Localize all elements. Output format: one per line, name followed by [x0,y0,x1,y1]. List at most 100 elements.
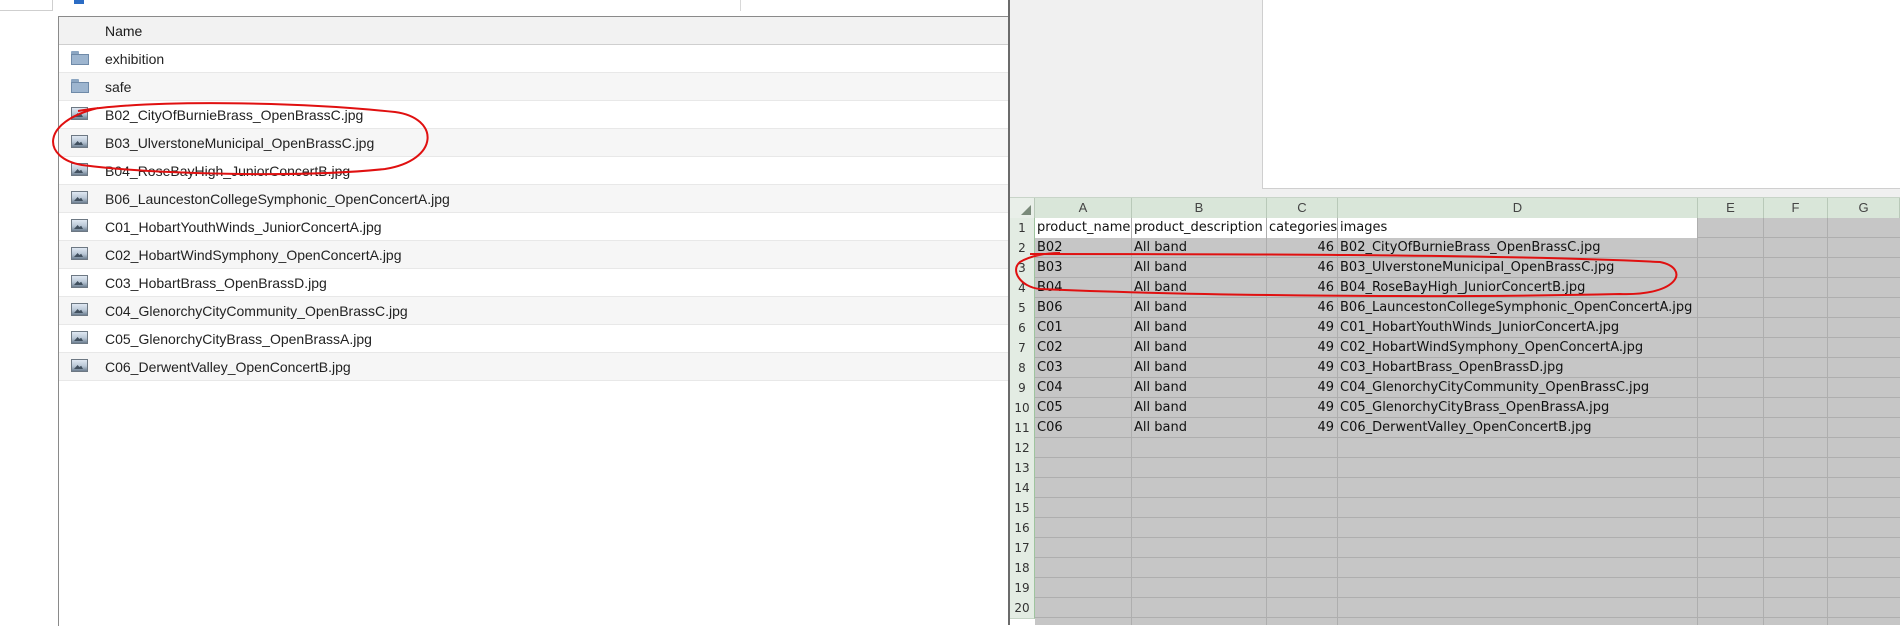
row-header[interactable]: 2 [1010,238,1035,259]
row-header[interactable]: 11 [1010,418,1035,439]
data-cell[interactable]: C05 [1035,398,1131,418]
column-header[interactable]: A [1035,198,1132,218]
blank-panel [1262,0,1900,189]
column-header[interactable]: G [1828,198,1900,218]
row-header[interactable]: 8 [1010,358,1035,379]
data-cell[interactable]: All band [1132,358,1266,378]
header-cell[interactable]: product_description [1132,218,1266,238]
data-cell[interactable]: All band [1132,338,1266,358]
data-cell[interactable]: 49 [1267,378,1337,398]
grid-line [1035,557,1900,558]
grid-line [1035,537,1900,538]
row-header[interactable]: 20 [1010,598,1035,619]
file-name: C04_GlenorchyCityCommunity_OpenBrassC.jp… [105,303,408,319]
data-cell[interactable]: C01 [1035,318,1131,338]
data-cell[interactable]: C04_GlenorchyCityCommunity_OpenBrassC.jp… [1338,378,1697,398]
file-name: C06_DerwentValley_OpenConcertB.jpg [105,359,351,375]
row-header[interactable]: 4 [1010,278,1035,299]
data-cell[interactable]: 49 [1267,358,1337,378]
folder-item[interactable]: exhibition [59,45,1009,73]
file-explorer: Name exhibition safe B02_CityOfBurnieBrass… [0,0,1009,626]
data-cell[interactable]: 46 [1267,238,1337,258]
file-name: exhibition [105,51,165,67]
file-item[interactable]: C06_DerwentValley_OpenConcertB.jpg [59,353,1009,381]
data-cell[interactable]: All band [1132,258,1266,278]
row-header[interactable]: 19 [1010,578,1035,599]
row-header[interactable]: 18 [1010,558,1035,579]
data-cell[interactable]: 46 [1267,298,1337,318]
data-cell[interactable]: 46 [1267,278,1337,298]
folder-item[interactable]: safe [59,73,1009,101]
nav-button[interactable] [0,0,53,11]
file-item[interactable]: B03_UlverstoneMunicipal_OpenBrassC.jpg [59,129,1009,157]
row-header[interactable]: 14 [1010,478,1035,499]
row-header[interactable]: 7 [1010,338,1035,359]
data-cell[interactable]: B02_CityOfBurnieBrass_OpenBrassC.jpg [1338,238,1697,258]
data-cell[interactable]: C03 [1035,358,1131,378]
data-cell[interactable]: All band [1132,298,1266,318]
grid-line [1697,218,1698,625]
file-item[interactable]: C01_HobartYouthWinds_JuniorConcertA.jpg [59,213,1009,241]
data-cell[interactable]: C05_GlenorchyCityBrass_OpenBrassA.jpg [1338,398,1697,418]
header-cell[interactable]: product_name [1035,218,1131,238]
data-cell[interactable]: C01_HobartYouthWinds_JuniorConcertA.jpg [1338,318,1697,338]
data-cell[interactable]: B03_UlverstoneMunicipal_OpenBrassC.jpg [1338,258,1697,278]
data-cell[interactable]: 49 [1267,398,1337,418]
data-cell[interactable]: B03 [1035,258,1131,278]
data-cell[interactable]: B04_RoseBayHigh_JuniorConcertB.jpg [1338,278,1697,298]
column-header[interactable]: D [1338,198,1698,218]
file-item[interactable]: C02_HobartWindSymphony_OpenConcertA.jpg [59,241,1009,269]
name-column-header[interactable]: Name [59,17,1009,45]
row-header[interactable]: 15 [1010,498,1035,519]
file-item[interactable]: C04_GlenorchyCityCommunity_OpenBrassC.jp… [59,297,1009,325]
data-cell[interactable]: B02 [1035,238,1131,258]
data-cell[interactable]: All band [1132,238,1266,258]
data-cell[interactable]: C03_HobartBrass_OpenBrassD.jpg [1338,358,1697,378]
data-cell[interactable]: C02_HobartWindSymphony_OpenConcertA.jpg [1338,338,1697,358]
data-cell[interactable]: 49 [1267,418,1337,438]
spreadsheet-window: ABCDEFG 1 2 3 4 5 6 7 8 9 10 11 12 13 14 15 16 17 18 19 20 … [1008,0,1900,625]
data-cell[interactable]: 49 [1267,318,1337,338]
row-header[interactable]: 17 [1010,538,1035,559]
row-header[interactable]: 5 [1010,298,1035,319]
data-cell[interactable]: All band [1132,398,1266,418]
file-name: C05_GlenorchyCityBrass_OpenBrassA.jpg [105,331,372,347]
data-cell[interactable]: All band [1132,318,1266,338]
file-item[interactable]: B02_CityOfBurnieBrass_OpenBrassC.jpg [59,101,1009,129]
select-all-corner[interactable] [1010,198,1035,218]
file-item[interactable]: C05_GlenorchyCityBrass_OpenBrassA.jpg [59,325,1009,353]
data-cell[interactable]: All band [1132,378,1266,398]
column-divider [740,0,741,11]
data-cell[interactable]: B06 [1035,298,1131,318]
data-cell[interactable]: 49 [1267,338,1337,358]
row-header[interactable]: 1 [1010,218,1035,239]
row-header[interactable]: 16 [1010,518,1035,539]
column-header[interactable]: C [1267,198,1338,218]
row-header[interactable]: 10 [1010,398,1035,419]
row-header[interactable]: 3 [1010,258,1035,279]
column-header[interactable]: E [1698,198,1764,218]
data-cell[interactable]: 46 [1267,258,1337,278]
header-cell[interactable]: images [1338,218,1697,238]
image-file-icon [71,275,89,289]
data-cell[interactable]: All band [1132,278,1266,298]
file-item[interactable]: C03_HobartBrass_OpenBrassD.jpg [59,269,1009,297]
column-header[interactable]: F [1764,198,1828,218]
data-cell[interactable]: C06 [1035,418,1131,438]
row-header[interactable]: 12 [1010,438,1035,459]
row-header[interactable]: 13 [1010,458,1035,479]
data-cell[interactable]: B06_LauncestonCollegeSymphonic_OpenConce… [1338,298,1697,318]
file-name: B04_RoseBayHigh_JuniorConcertB.jpg [105,163,351,179]
data-cell[interactable]: B04 [1035,278,1131,298]
data-cell[interactable]: C02 [1035,338,1131,358]
row-header[interactable]: 9 [1010,378,1035,399]
explorer-top-strip [0,0,1008,12]
data-cell[interactable]: C06_DerwentValley_OpenConcertB.jpg [1338,418,1697,438]
data-cell[interactable]: All band [1132,418,1266,438]
data-cell[interactable]: C04 [1035,378,1131,398]
column-header[interactable]: B [1132,198,1267,218]
row-header[interactable]: 6 [1010,318,1035,339]
file-item[interactable]: B04_RoseBayHigh_JuniorConcertB.jpg [59,157,1009,185]
file-item[interactable]: B06_LauncestonCollegeSymphonic_OpenConce… [59,185,1009,213]
header-cell[interactable]: categories [1267,218,1337,238]
